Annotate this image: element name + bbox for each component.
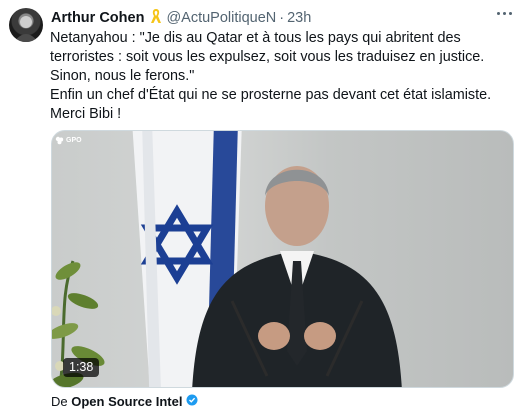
gpo-watermark-text: GPO xyxy=(66,137,82,144)
verified-badge-icon xyxy=(186,394,198,409)
video-player[interactable]: GPO 1:38 xyxy=(51,130,514,388)
quoted-source[interactable]: De Open Source Intel xyxy=(51,394,198,409)
timestamp[interactable]: 23h xyxy=(287,10,311,26)
gpo-watermark: GPO xyxy=(55,136,82,145)
quoted-prefix: De xyxy=(51,394,72,409)
tweet-text: Netanyahou : "Je dis au Qatar et à tous … xyxy=(50,29,515,124)
more-options-icon[interactable] xyxy=(493,5,515,21)
speaker-figure xyxy=(192,166,402,387)
author-handle[interactable]: @ActuPolitiqueN xyxy=(166,10,276,26)
yellow-ribbon-icon xyxy=(150,8,162,28)
avatar[interactable] xyxy=(9,8,43,42)
tweet-header: Arthur Cohen @ActuPolitiqueN · 23h xyxy=(51,8,511,28)
tweet-text-comment: Enfin un chef d'État qui ne se prosterne… xyxy=(50,87,492,122)
tweet-text-quote: Netanyahou : "Je dis au Qatar et à tous … xyxy=(50,30,485,84)
gpo-logo-icon xyxy=(55,136,64,145)
quoted-author-name[interactable]: Open Source Intel xyxy=(71,394,182,409)
dot-separator: · xyxy=(279,10,285,26)
author-name[interactable]: Arthur Cohen xyxy=(51,10,144,26)
video-duration: 1:38 xyxy=(63,358,100,377)
